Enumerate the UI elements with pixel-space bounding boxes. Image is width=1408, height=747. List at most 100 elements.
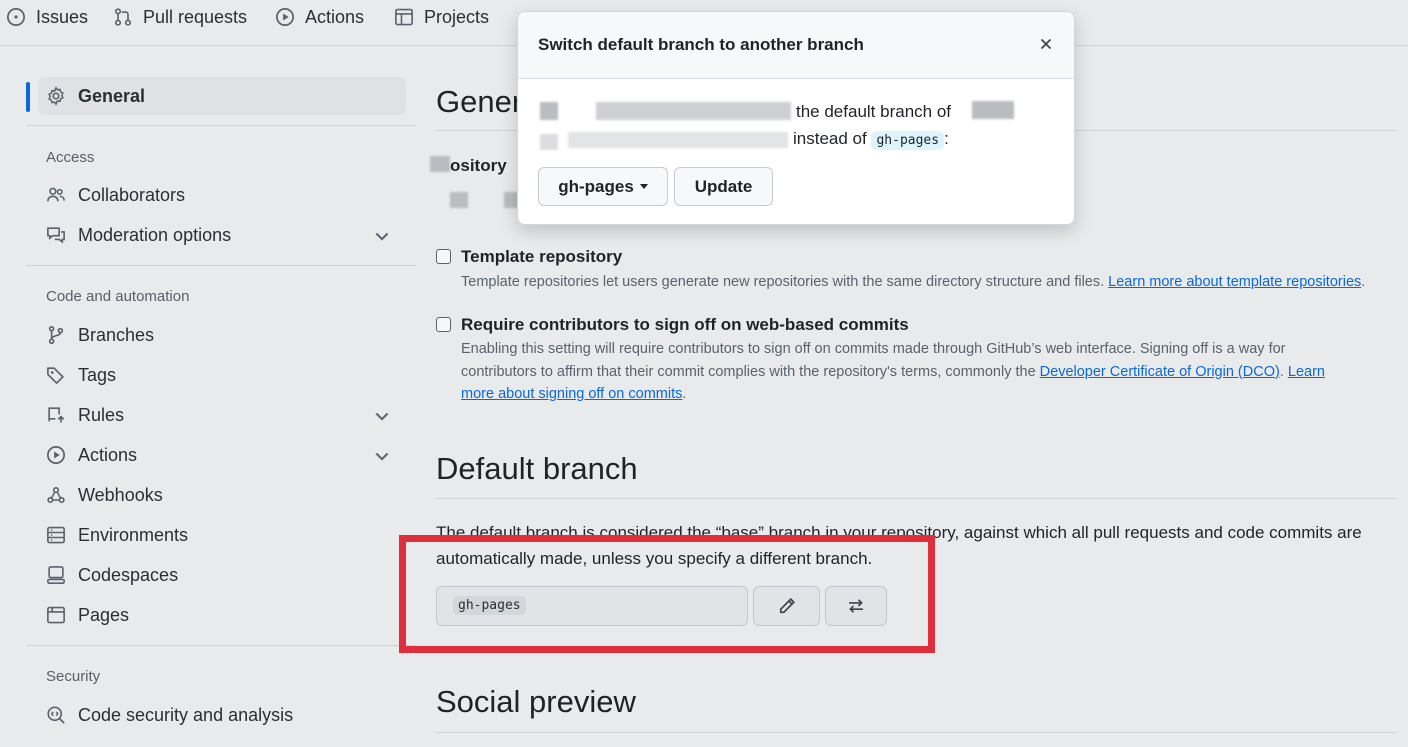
- dco-link[interactable]: Developer Certificate of Origin (DCO): [1040, 364, 1280, 380]
- gear-icon: [48, 86, 64, 106]
- sidebar-item-webhooks[interactable]: Webhooks: [38, 476, 406, 514]
- comment-discussion-icon: [47, 227, 65, 244]
- divider: [26, 265, 416, 266]
- section-heading-security: Security: [46, 668, 101, 685]
- close-icon[interactable]: [1038, 36, 1054, 52]
- redacted-text: [450, 192, 468, 208]
- sidebar-item-label: Collaborators: [78, 184, 186, 205]
- sidebar-item-general[interactable]: General: [38, 77, 406, 115]
- tab-label: Actions: [305, 6, 365, 27]
- desc-text: contributors to affirm that their commit…: [461, 363, 1036, 380]
- sidebar-item-label: Rules: [78, 404, 125, 425]
- redacted-text: [972, 101, 1014, 119]
- period: .: [1361, 274, 1366, 290]
- branch-select-label: gh-pages: [558, 176, 634, 196]
- chevron-down-icon: [375, 232, 389, 241]
- tab-pull-requests[interactable]: Pull requests: [113, 5, 247, 29]
- tab-issues[interactable]: Issues: [6, 5, 88, 29]
- update-button[interactable]: Update: [674, 167, 773, 206]
- repo-push-icon: [48, 407, 65, 423]
- sidebar-item-actions[interactable]: Actions: [38, 436, 406, 474]
- sidebar-item-code-security[interactable]: Code security and analysis: [38, 696, 406, 734]
- dialog-title: Switch default branch to another branch: [538, 35, 864, 54]
- sidebar-item-pages[interactable]: Pages: [38, 596, 406, 634]
- tab-label: Projects: [424, 6, 490, 27]
- sidebar-item-label: Codespaces: [78, 564, 179, 585]
- redacted-text: [540, 134, 558, 150]
- tab-projects[interactable]: Projects: [394, 5, 489, 29]
- divider: [26, 125, 416, 126]
- triangle-down-icon: [639, 184, 648, 189]
- divider: [26, 645, 416, 646]
- desc-text: Template repositories let users generate…: [461, 274, 1105, 290]
- sidebar-item-label: Environments: [78, 524, 189, 545]
- redacted-text: [596, 102, 791, 120]
- signoff-title: Require contributors to sign off on web-…: [461, 315, 909, 334]
- sidebar-item-tags[interactable]: Tags: [38, 356, 406, 394]
- codescan-icon: [47, 706, 65, 724]
- learn-signoff-link-start[interactable]: Learn: [1288, 364, 1325, 380]
- play-icon: [276, 8, 294, 26]
- sidebar-item-environments[interactable]: Environments: [38, 516, 406, 554]
- template-repository-title: Template repository: [461, 247, 623, 266]
- sidebar-item-label: Branches: [78, 324, 155, 345]
- tag-icon: [47, 367, 65, 385]
- period: .: [682, 386, 687, 402]
- people-icon: [47, 187, 65, 202]
- dialog-line-2-text: instead of: [793, 129, 867, 148]
- redacted-text: [540, 102, 558, 120]
- git-pull-request-icon: [114, 8, 132, 26]
- browser-icon: [47, 606, 65, 624]
- social-preview-heading: Social preview: [436, 684, 636, 719]
- webhook-icon: [47, 486, 65, 504]
- desc-line-2: contributors to affirm that their commit…: [461, 361, 1396, 384]
- sidebar-item-label: Actions: [78, 444, 138, 465]
- section-heading-code-automation: Code and automation: [46, 288, 190, 305]
- tab-label: Pull requests: [143, 6, 248, 27]
- settings-sidebar: General Access Collaborators Moderation …: [0, 46, 430, 747]
- dialog-line-1: the default branch of: [796, 102, 952, 121]
- signoff-checkbox[interactable]: [436, 317, 451, 332]
- divider: [436, 732, 1396, 733]
- server-icon: [47, 526, 65, 544]
- sidebar-item-collaborators[interactable]: Collaborators: [38, 176, 406, 214]
- branch-select-button[interactable]: gh-pages: [538, 167, 668, 206]
- template-repository-checkbox[interactable]: [436, 249, 451, 264]
- redacted-text: [568, 132, 788, 148]
- divider: [436, 498, 1396, 499]
- sidebar-item-rules[interactable]: Rules: [38, 396, 406, 434]
- desc-line-1: Enabling this setting will require contr…: [461, 341, 1286, 357]
- sidebar-item-codespaces[interactable]: Codespaces: [38, 556, 406, 594]
- redacted-text: [430, 156, 450, 172]
- signoff-desc: Enabling this setting will require contr…: [461, 338, 1396, 406]
- learn-signoff-link[interactable]: more about signing off on commits: [461, 386, 682, 402]
- learn-template-link[interactable]: Learn more about template repositories: [1108, 274, 1361, 290]
- dialog-header: Switch default branch to another branch: [518, 12, 1074, 79]
- general-heading: Gener: [436, 84, 523, 119]
- git-branch-icon: [48, 325, 64, 345]
- active-indicator: [26, 82, 30, 112]
- dialog-line-2: instead of gh-pages:: [793, 129, 949, 150]
- sidebar-item-moderation-options[interactable]: Moderation options: [38, 216, 406, 254]
- tab-label: Issues: [36, 6, 89, 27]
- current-branch-pill: gh-pages: [871, 131, 945, 150]
- sidebar-item-label: Tags: [78, 364, 117, 385]
- play-icon: [47, 446, 65, 464]
- sidebar-item-label: Moderation options: [78, 224, 232, 245]
- chevron-down-icon: [375, 452, 389, 461]
- period: .: [1279, 363, 1284, 380]
- sidebar-item-branches[interactable]: Branches: [38, 316, 406, 354]
- sidebar-item-label: General: [78, 85, 146, 106]
- chevron-down-icon: [375, 412, 389, 421]
- repo-name-label: ository: [450, 156, 507, 175]
- sidebar-item-label: Webhooks: [78, 484, 163, 505]
- switch-default-branch-dialog: Switch default branch to another branch …: [517, 11, 1075, 225]
- tab-actions[interactable]: Actions: [275, 5, 364, 29]
- desc-line-3: more about signing off on commits.: [461, 383, 1396, 406]
- issue-opened-icon: [7, 8, 25, 26]
- sidebar-item-label: Code security and analysis: [78, 704, 294, 725]
- table-icon: [395, 8, 413, 26]
- default-branch-heading: Default branch: [436, 451, 638, 486]
- colon: :: [944, 129, 949, 148]
- sidebar-item-label: Pages: [78, 604, 130, 625]
